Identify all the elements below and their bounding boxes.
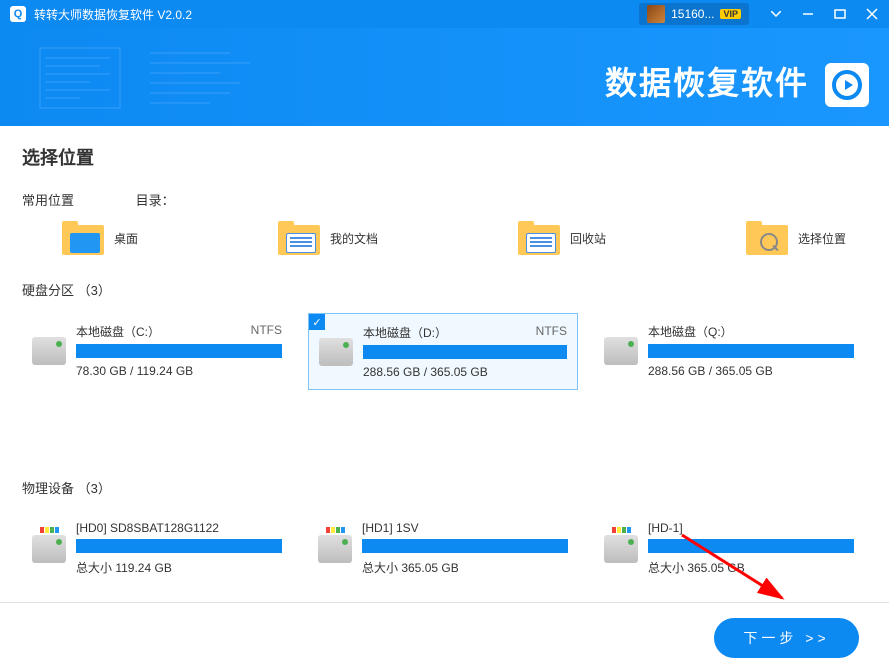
- folder-recycle-icon: [518, 221, 560, 255]
- avatar-icon: [647, 5, 665, 23]
- usage-bar: [76, 539, 282, 553]
- physical-disk-icon: [32, 535, 66, 563]
- partition-c[interactable]: 本地磁盘（C:） NTFS 78.30 GB / 119.24 GB: [22, 313, 292, 390]
- titlebar: Q 转转大师数据恢复软件 V2.0.2 15160... VIP: [0, 0, 889, 28]
- window-controls: [769, 7, 879, 21]
- location-label: 回收站: [570, 230, 606, 247]
- device-size: 总大小 119.24 GB: [76, 559, 282, 576]
- usage-bar: [362, 539, 568, 553]
- partition-name: 本地磁盘（C:）: [76, 323, 160, 340]
- common-locations-row: 桌面 我的文档 回收站 选择位置: [22, 221, 867, 255]
- directory-label: 目录：: [136, 193, 175, 208]
- partition-size: 288.56 GB / 365.05 GB: [363, 365, 567, 379]
- device-hd1[interactable]: [HD1] 1SV 总大小 365.05 GB: [308, 511, 578, 586]
- location-recycle-bin[interactable]: 回收站: [518, 221, 606, 255]
- usage-bar: [648, 539, 854, 553]
- common-label: 常用位置: [22, 193, 74, 208]
- location-label: 我的文档: [330, 230, 378, 247]
- location-desktop[interactable]: 桌面: [62, 221, 138, 255]
- app-title: 转转大师数据恢复软件 V2.0.2: [34, 6, 639, 23]
- username: 15160...: [671, 7, 714, 21]
- partition-fs: NTFS: [251, 323, 282, 340]
- banner-title: 数据恢复软件: [605, 58, 809, 104]
- vip-badge: VIP: [720, 9, 741, 19]
- device-hd-1[interactable]: [HD-1] 总大小 365.05 GB: [594, 511, 864, 586]
- app-logo-icon: Q: [10, 6, 26, 22]
- banner-app-icon: [825, 63, 869, 107]
- hdd-icon: [32, 337, 66, 365]
- dropdown-icon[interactable]: [769, 7, 783, 21]
- folder-desktop-icon: [62, 221, 104, 255]
- partitions-row: 本地磁盘（C:） NTFS 78.30 GB / 119.24 GB ✓ 本地磁盘…: [22, 313, 867, 390]
- main-content: 选择位置 常用位置 目录： 桌面 我的文档 回收站 选择位置 硬盘分区 （3） …: [0, 126, 889, 586]
- hdd-icon: [604, 337, 638, 365]
- folder-documents-icon: [278, 221, 320, 255]
- partition-size: 78.30 GB / 119.24 GB: [76, 364, 282, 378]
- check-icon: ✓: [309, 314, 325, 330]
- minimize-button[interactable]: [801, 7, 815, 21]
- page-title: 选择位置: [22, 144, 867, 170]
- device-size: 总大小 365.05 GB: [362, 559, 568, 576]
- physical-disk-icon: [318, 535, 352, 563]
- partition-fs: NTFS: [536, 324, 567, 341]
- partition-q[interactable]: 本地磁盘（Q:） 288.56 GB / 365.05 GB: [594, 313, 864, 390]
- hdd-icon: [319, 338, 353, 366]
- usage-bar: [76, 344, 282, 358]
- footer: 下一步 >>: [0, 602, 889, 672]
- location-label: 选择位置: [798, 230, 846, 247]
- partition-size: 288.56 GB / 365.05 GB: [648, 364, 854, 378]
- folder-browse-icon: [746, 221, 788, 255]
- physical-disk-icon: [604, 535, 638, 563]
- maximize-button[interactable]: [833, 7, 847, 21]
- next-button[interactable]: 下一步 >>: [714, 618, 859, 658]
- partition-name: 本地磁盘（D:）: [363, 324, 447, 341]
- partition-name: 本地磁盘（Q:）: [648, 323, 733, 340]
- partitions-title: 硬盘分区 （3）: [22, 280, 867, 299]
- banner: 数据恢复软件: [0, 28, 889, 126]
- device-name: [HD1] 1SV: [362, 521, 419, 535]
- partition-d[interactable]: ✓ 本地磁盘（D:） NTFS 288.56 GB / 365.05 GB: [308, 313, 578, 390]
- location-browse[interactable]: 选择位置: [746, 221, 846, 255]
- device-name: [HD0] SD8SBAT128G1122: [76, 521, 219, 535]
- devices-title: 物理设备 （3）: [22, 478, 867, 497]
- usage-bar: [363, 345, 567, 359]
- usage-bar: [648, 344, 854, 358]
- device-name: [HD-1]: [648, 521, 683, 535]
- location-label: 桌面: [114, 230, 138, 247]
- device-size: 总大小 365.05 GB: [648, 559, 854, 576]
- common-locations-header: 常用位置 目录：: [22, 190, 867, 209]
- devices-row: [HD0] SD8SBAT128G1122 总大小 119.24 GB [HD1…: [22, 511, 867, 586]
- user-badge[interactable]: 15160... VIP: [639, 3, 749, 25]
- location-documents[interactable]: 我的文档: [278, 221, 378, 255]
- device-hd0[interactable]: [HD0] SD8SBAT128G1122 总大小 119.24 GB: [22, 511, 292, 586]
- banner-graphic-icon: [30, 38, 330, 118]
- close-button[interactable]: [865, 7, 879, 21]
